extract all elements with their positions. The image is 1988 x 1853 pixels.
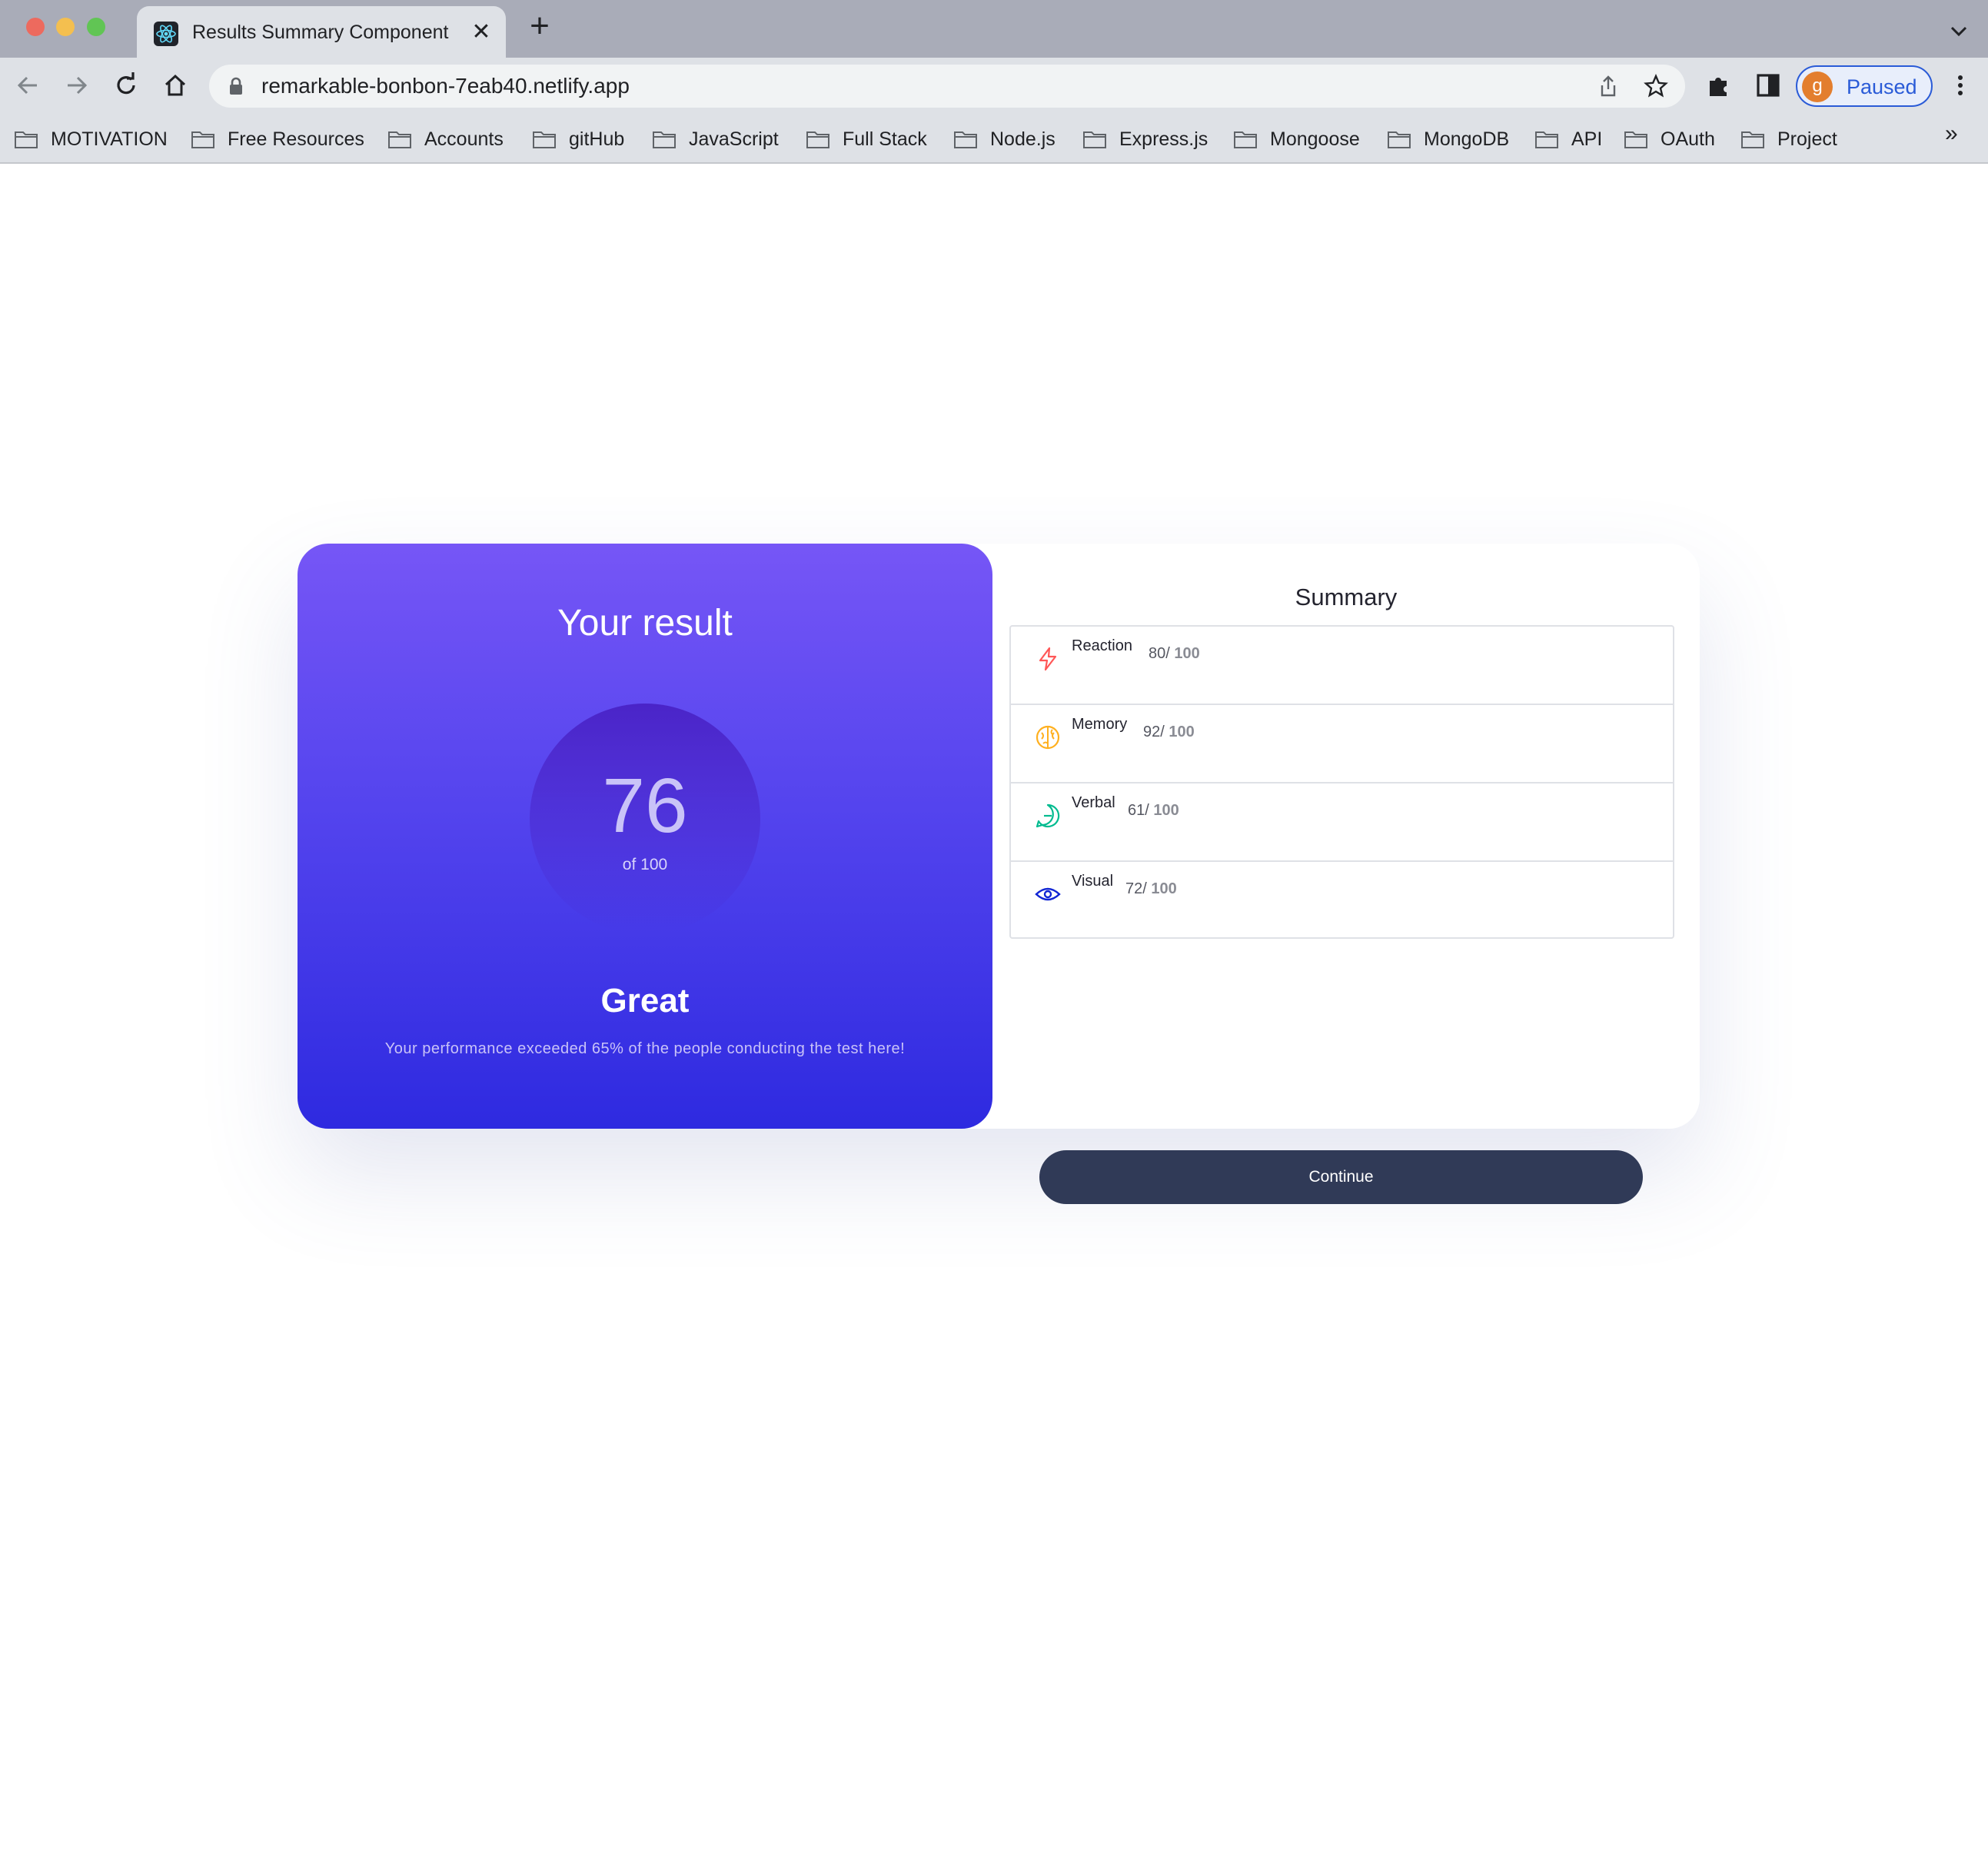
results-summary-card: Your result 76 of 100 Great Your perform… [298,544,1700,1204]
back-icon[interactable] [12,70,43,101]
summary-item-visual: Visual 72/ 100 [1011,862,1673,940]
folder-icon [1624,131,1647,148]
toolbar: remarkable-bonbon-7eab40.netlify.app g P… [0,58,1988,115]
bookmark-folder[interactable]: Mongoose [1233,124,1360,155]
browser-chrome: Results Summary Component ✕ + remarkable… [0,0,1988,164]
bookmark-label: gitHub [569,128,625,150]
summary-item-label: Verbal [1072,794,1115,811]
bookmark-label: Full Stack [843,128,927,150]
summary-item-label: Reaction [1072,637,1132,654]
lightning-icon [1039,647,1057,671]
summary-item-score: 72/ 100 [1125,880,1177,897]
folder-icon [954,131,977,148]
bookmark-star-icon[interactable] [1644,74,1668,98]
bookmark-folder[interactable]: Project [1740,124,1837,155]
result-description: Your performance exceeded 65% of the peo… [384,1040,906,1057]
bookmark-label: Mongoose [1270,128,1360,150]
bookmark-folder[interactable]: Full Stack [806,124,927,155]
tab-title: Results Summary Component [192,22,449,43]
bookmark-label: Node.js [990,128,1056,150]
score-total: of 100 [622,856,668,873]
folder-icon [15,131,38,148]
eye-icon [1035,887,1061,901]
bookmark-folder[interactable]: API [1534,124,1602,155]
bookmark-label: Express.js [1119,128,1208,150]
summary-item-memory: Memory 92/ 100 [1011,705,1673,783]
bookmark-label: MOTIVATION [51,128,168,150]
tab-active[interactable]: Results Summary Component ✕ [137,6,506,58]
bookmark-folder[interactable]: MongoDB [1387,124,1509,155]
lock-icon[interactable] [228,77,244,95]
bookmark-folder[interactable]: Express.js [1082,124,1208,155]
summary-item-verbal: Verbal 61/ 100 [1011,783,1673,862]
url-text[interactable]: remarkable-bonbon-7eab40.netlify.app [261,74,630,98]
bookmark-folder[interactable]: Free Resources [191,124,364,155]
folder-icon [191,131,214,148]
folder-icon [806,131,829,148]
bookmarks-overflow-button[interactable]: » [1945,121,1958,147]
home-icon[interactable] [160,70,191,101]
summary-item-score: 80/ 100 [1149,645,1200,662]
react-icon [154,22,178,46]
folder-icon [653,131,676,148]
bookmarks-bar: MOTIVATION Free Resources Accounts gitHu… [0,115,1988,164]
bookmark-label: Project [1777,128,1837,150]
tab-strip: Results Summary Component ✕ + [0,0,1988,58]
score-circle: 76 of 100 [530,704,760,934]
result-heading: Your result [557,603,733,644]
more-menu-icon[interactable] [1946,72,1974,99]
minimize-window-button[interactable] [56,18,75,36]
side-panel-icon[interactable] [1754,72,1782,99]
bookmark-label: Free Resources [228,128,364,150]
result-panel: Your result 76 of 100 Great Your perform… [298,544,992,1129]
new-tab-button[interactable]: + [526,9,554,43]
folder-icon [533,131,556,148]
summary-item-label: Memory [1072,716,1128,733]
address-bar[interactable]: remarkable-bonbon-7eab40.netlify.app [209,65,1685,108]
folder-icon [1741,131,1764,148]
folder-icon [1083,131,1106,148]
forward-icon[interactable] [62,70,92,101]
maximize-window-button[interactable] [87,18,105,36]
page-viewport: Your result 76 of 100 Great Your perform… [0,164,1988,1853]
continue-button[interactable]: Continue [1039,1150,1643,1204]
bookmark-folder[interactable]: MOTIVATION [14,124,168,155]
chevron-down-icon[interactable] [1945,17,1973,45]
summary-item-label: Visual [1072,873,1114,890]
summary-list: Reaction 80/ 100 Memory 92/ 100 Verbal 6… [1009,625,1674,939]
chat-bubble-icon [1036,803,1060,828]
extensions-icon[interactable] [1705,72,1733,99]
result-verdict: Great [600,982,690,1020]
bookmark-folder[interactable]: Node.js [953,124,1056,155]
summary-heading: Summary [1295,584,1398,610]
bookmark-label: OAuth [1661,128,1715,150]
bookmark-folder[interactable]: gitHub [532,124,624,155]
score-value: 76 [602,763,688,849]
bookmark-folder[interactable]: OAuth [1624,124,1715,155]
bookmark-label: Accounts [424,128,504,150]
avatar: g [1802,72,1833,102]
bookmark-label: MongoDB [1424,128,1510,150]
folder-icon [1388,131,1411,148]
folder-icon [388,131,411,148]
folder-icon [1535,131,1558,148]
bookmark-label: JavaScript [689,128,779,150]
reload-icon[interactable] [111,70,141,101]
folder-icon [1234,131,1257,148]
profile-status: Paused [1847,75,1917,98]
brain-icon [1036,725,1060,750]
share-icon[interactable] [1596,74,1621,98]
bookmark-folder[interactable]: Accounts [387,124,504,155]
summary-item-score: 92/ 100 [1143,724,1195,740]
close-window-button[interactable] [26,18,45,36]
profile-button[interactable]: g Paused [1796,65,1933,107]
bookmark-folder[interactable]: JavaScript [652,124,779,155]
close-tab-icon[interactable]: ✕ [469,20,494,45]
summary-item-reaction: Reaction 80/ 100 [1011,627,1673,705]
summary-item-score: 61/ 100 [1128,802,1179,819]
bookmark-label: API [1571,128,1603,150]
